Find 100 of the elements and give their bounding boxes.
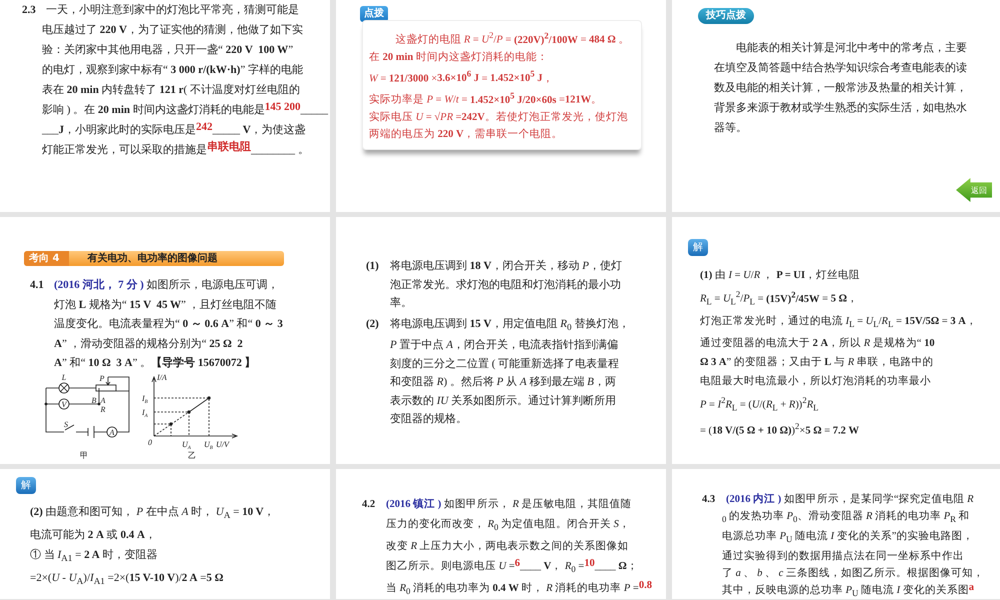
paragraph: (2) 由题意和图可知， P 在中点 A 时， U$_{A}$ = 10 V， (30, 504, 276, 522)
question-number: 4.1 (30, 278, 45, 293)
question-number: (1) (366, 259, 380, 274)
figure-caption: 乙 (188, 450, 196, 460)
question-source: (2016 河北， 7 分 ) (54, 278, 144, 293)
question-text: 通过实验得到的数据用描点法在同一坐标系中作出 (722, 549, 964, 564)
question-text: 电源总功率 P$_{U}$ 随电流 I 变化的关系”的实验电路图， (722, 529, 974, 546)
hint-text: 实际电压 U = √PR =242V。若使灯泡正常发光，使灯泡两端的电压为 220 V，需串联一个电阻。 (369, 110, 629, 142)
solution-tag: 解 (16, 477, 36, 494)
question-text: 如图甲所示， R 是压敏电阻，其阻值随 (442, 497, 632, 512)
figure-caption: 甲 (80, 450, 88, 460)
question-text: 的电灯，观察到家中标有“ 3 000 r/(kW·h)” 字样的电能 (42, 62, 303, 78)
slide-thumbnail[interactable]: (1) 将电源电压调到 18 V，闭合开关，移动 P，使灯 泡正常发光。求灯泡的电阻和灯泡消耗的最小功 率。 (2) 将电源电压调到 15 V，用定值电阻 R$_{0}$ 替换灯泡， P 置于中点 A，闭合开关，电流表指针指到满偏 刻度的三分之二位置 ( 可能重新选择了电表量程 和变阻器 R) 。然后将 P 从 A 移到最左端 B，两 表示数的 IU 关系如图所示。通过计算判断所用 变阻器的规格。 (336, 217, 666, 464)
question-text: ____ V， R$_{0}$ = (520, 560, 584, 576)
question-text: _____ (300, 103, 328, 118)
question-text: 将电源电压调到 15 V，用定值电阻 R$_{0}$ 替换灯泡， (390, 316, 630, 334)
axis-label: I$_{A}$ (142, 408, 148, 418)
question-text: P 置于中点 A，闭合开关，电流表指针指到满偏 (390, 338, 618, 354)
question-number: 4.3 (702, 493, 716, 507)
question-text: 改变 R 上压力大小，两电表示数之间的关系图像如 (386, 539, 629, 554)
question-text: A” ，滑动变阻器的规格分别为“ 25 Ω 2 (54, 336, 243, 352)
diagram-label: A (100, 396, 106, 404)
question-text: 电压越过了 220 V，为了证实他的猜测，他做了如下实 (42, 22, 303, 38)
diagram-label: R (100, 404, 106, 414)
question-source: (2016 内江 ) (726, 492, 782, 507)
axis-label: I$_{B}$ (142, 394, 148, 404)
question-text: A” 和“ 10 Ω 3 A” 。【导学号 15670072 】 (54, 356, 256, 371)
paragraph: P = I$^{2}$R$_{L}$ = (U/(R$_{L}$ + R))$^{2}$R$_{L}$ (700, 394, 820, 414)
question-text: 灯能正常发光，可以采取的措施是 (42, 143, 207, 158)
axis-label: 0 (148, 438, 152, 446)
question-text: 变阻器的规格。 (390, 412, 467, 428)
solution-tag: 解 (688, 239, 708, 256)
answer-text: 6 (514, 557, 520, 570)
question-text: 验：关闭家中其他用电器，只开一盏“ 220 V 100 W” (42, 42, 294, 58)
axis-label: U/V (216, 440, 229, 448)
slide-thumbnail[interactable] (0, 217, 330, 464)
question-text: 影响 ) 。在 20 min 时间内这盏灯消耗的电能是 (42, 102, 265, 118)
question-text: 如图甲所示，是某同学“探究定值电阻 R (782, 492, 974, 507)
axis-label: U$_{B}$ (204, 440, 213, 450)
question-text: 其中，反映电源的总功率 P$_{U}$ 随电流 I 变化的关系图 (722, 583, 969, 599)
question-text: ________ 。 (251, 143, 309, 158)
axis-label: I/A (157, 374, 167, 382)
tip-tag: 技巧点拨 (698, 8, 754, 24)
diagram-label: L (62, 374, 66, 382)
slide-thumbnail[interactable]: 解 (2) 由题意和图可知， P 在中点 A 时， U$_{A}$ = 10 V， 电流可能为 2 A 或 0.4 A， ① 当 I$_{A1}$ = 2 A 时，变阻器 =2×(U - U$_{A}$)/I$_{A1}$ =2×(15 V-10 V)/2 A =5 Ω (0, 469, 330, 599)
section-tag: 考向 4 (24, 251, 70, 266)
question-text: 了 a 、 b 、 c 三条图线，如图乙所示。根据图像可知， (722, 566, 984, 582)
diagram-label: V (62, 400, 66, 408)
hint-text: W = 121/3000 ×3.6×10$^{6}$ J = 1.452×10$^{5}$ J， (369, 68, 555, 86)
question-text: 率。 (390, 296, 412, 311)
slide-thumbnail[interactable] (0, 0, 330, 212)
answer-text: 10 (584, 557, 595, 570)
answer-text: 0.8 (638, 579, 652, 594)
paragraph: = (18 V/(5 Ω + 10 Ω))$^{2}$×5 Ω = 7.2 W (700, 420, 860, 439)
diagram-label: S (64, 420, 68, 428)
question-text: 当 R$_{0}$ 消耗的电功率为 0.4 W 时， R 消耗的电功率 P = (386, 581, 639, 598)
question-text: ____ Ω； (594, 560, 638, 574)
question-text: 温度变化。电流表量程为“ 0 ～ 0.6 A” 和“ 0 ～ 3 (54, 316, 283, 332)
hint-text: 实际功率是 P = W/t = 1.452×10$^{5}$ J/20×60s =121W。 (369, 89, 604, 108)
question-text: 表在 20 min 内转盘转了 121 r( 不计温度对灯丝电阻的 (42, 82, 300, 98)
paragraph: 电能表的相关计算是河北中考中的常考点，主要在填空及简答题中结合热学知识综合考查电能表的读数及电能的相关计算，一般常涉及热量的相关计算，背景多来源于教材或学生熟悉的实际生活，如电热水器等。 (714, 40, 968, 136)
slide-thumbnail[interactable]: 技巧点拨 电能表的相关计算是河北中考中的常考点，主要在填空及简答题中结合热学知识综合考查电能表的读数及电能的相关计算，一般常涉及热量的相关计算，背景多来源于教材或学生熟悉的实际生活，如电热水器等。 返回 (672, 0, 1000, 212)
question-number: 2.3 (22, 3, 37, 18)
hint-tag: 点拨 (360, 6, 388, 22)
question-text: 泡正常发光。求灯泡的电阻和灯泡消耗的最小功 (390, 278, 621, 292)
paragraph: 电流可能为 2 A 或 0.4 A， (30, 528, 157, 544)
question-text: 刻度的三分之二位置 ( 可能重新选择了电表量程 (390, 356, 620, 372)
question-text: 一天，小明注意到家中的灯泡比平常亮，猜测可能是 (46, 2, 299, 18)
paragraph: 通过变阻器的电流大于 2 A，所以 R 是规格为“ 10 (700, 336, 936, 351)
question-text: 将电源电压调到 18 V，闭合开关，移动 P，使灯 (390, 258, 622, 274)
question-text: 灯泡 L 规格为“ 15 V 45 W” ，且灯丝电阻不随 (54, 298, 277, 312)
slide-thumbnail[interactable] (672, 469, 1000, 599)
diagram-label: A (110, 428, 114, 436)
question-text: _____ V，为使这盏 (212, 122, 306, 138)
section-title: 有关电功、电功率的图像问题 (87, 251, 218, 266)
diagram-label: B (92, 396, 96, 404)
answer-text: a (968, 581, 974, 596)
paragraph: Ω 3 A” 的变阻器；又由于 L 与 R 串联，电路中的 (700, 355, 935, 370)
slide-thumbnail[interactable] (336, 0, 666, 212)
slide-thumbnail[interactable] (672, 217, 1000, 464)
diagram-label: P (100, 374, 104, 382)
answer-text: 串联电阻 (207, 140, 251, 155)
paragraph: =2×(U - U$_{A}$)/I$_{A1}$ =2×(15 V-10 V)/2 A =5 Ω (30, 571, 224, 589)
question-text: $_{0}$ 的发热功率 P$_{0}$、滑动变阻器 R 消耗的电功率 P$_{R}$ 和 (722, 509, 970, 526)
question-number: 4.2 (362, 498, 376, 512)
question-text: 压力的变化而改变， R$_{0}$ 为定值电阻。闭合开关 S， (386, 517, 630, 534)
paragraph: ① 当 I$_{A1}$ = 2 A 时，变阻器 (30, 548, 158, 566)
question-number: (2) (366, 316, 380, 332)
question-text: ___J，小明家此时的实际电压是 (42, 122, 196, 138)
question-text: 图乙所示。则电源电压 U = (386, 559, 515, 574)
axis-label: U$_{A}$ (182, 440, 191, 450)
question-source: (2016 镇江 ) (386, 497, 442, 512)
paragraph: 电阻最大时电流最小，所以灯泡消耗的功率最小 (700, 374, 932, 389)
slide-thumbnail[interactable]: 4.2 (2016 镇江 ) 如图甲所示， R 是压敏电阻，其阻值随 压力的变化而改变， R$_{0}$ 为定值电阻。闭合开关 S， 改变 R 上压力大小，两电表示数之间的关系图像如 图乙所示。则电源电压 U =6____ V， R$_{0}$ =10____ Ω； 当 R$_{0}$ 消耗的电功率为 0.4 W 时， R 消耗的电功率 P =0.8 (336, 469, 666, 599)
question-text: 如图所示，电源电压可调， (146, 278, 279, 293)
paragraph: R$_{L}$ = U$_{L}$$^{2}$/P$_{L}$ = (15V)$^{2}$/45W = 5 Ω， (700, 288, 859, 309)
hint-text: 这盏灯的电阻 R = U$^{2}$/P = (220V)$^{2}$/100W = 484 Ω 。在 20 min 时间内这盏灯消耗的电能： (369, 29, 630, 64)
paragraph: (1) 由 I = U/R ， P = UI，灯丝电阻 (700, 268, 862, 283)
question-text: 表示数的 IU 关系如图所示。通过计算判断所用 (390, 394, 616, 409)
answer-text: 145 200 (264, 100, 301, 114)
